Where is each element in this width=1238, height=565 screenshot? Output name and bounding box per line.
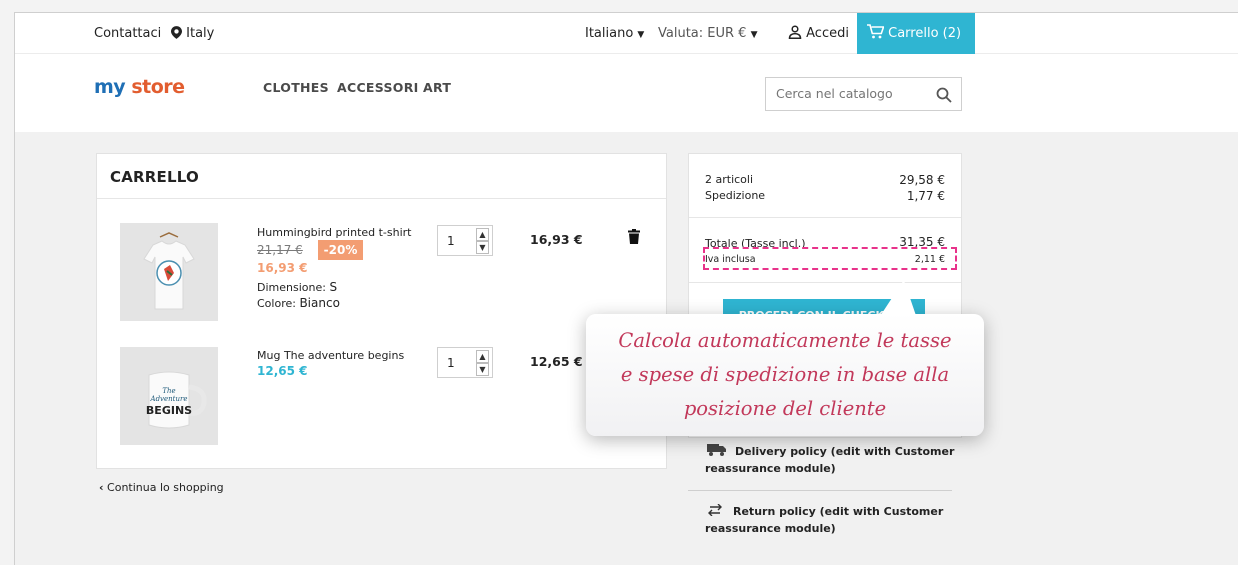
swap-arrows-icon xyxy=(708,503,722,517)
continue-shopping-link[interactable]: ‹ Continua lo shopping xyxy=(99,481,224,494)
color-value: Bianco xyxy=(299,296,340,310)
location[interactable]: Italy xyxy=(171,13,214,54)
color-attribute: Colore: Bianco xyxy=(257,296,340,310)
language-label: Italiano xyxy=(585,26,634,41)
callout-line-3: posizione del cliente xyxy=(683,397,887,420)
logo-my: my xyxy=(94,76,126,98)
increment-icon[interactable]: ▲ xyxy=(476,228,489,241)
location-label: Italy xyxy=(186,26,215,41)
shipping-label: Spedizione xyxy=(705,189,766,202)
product-image-mug[interactable]: The Adventure BEGINS xyxy=(120,347,218,445)
quantity-stepper[interactable]: 1 ▲ ▼ xyxy=(437,347,493,378)
shipping-value: 1,77 € xyxy=(906,189,945,203)
browser-viewport: Contattaci Italy Italiano ▼ Valuta: EUR … xyxy=(14,12,1238,565)
nav-clothes[interactable]: CLOTHES xyxy=(263,80,329,95)
color-label: Colore: xyxy=(257,297,296,310)
cart-label: Carrello (2) xyxy=(888,26,962,41)
language-selector[interactable]: Italiano ▼ xyxy=(585,13,644,54)
caret-down-icon: ▼ xyxy=(637,30,645,40)
return-policy-text: Return policy (edit with Customer reassu… xyxy=(705,505,944,535)
trash-icon[interactable] xyxy=(628,229,640,244)
cart-panel: CARRELLO Hummingbird printed t-shirt 21,… xyxy=(96,153,667,469)
user-icon xyxy=(788,25,802,39)
svg-text:BEGINS: BEGINS xyxy=(146,404,192,417)
vat-highlight-box xyxy=(703,247,957,270)
contact-link[interactable]: Contattaci xyxy=(94,13,161,54)
line-total: 16,93 € xyxy=(530,232,583,247)
currency-selector[interactable]: Valuta: EUR € ▼ xyxy=(658,13,758,54)
site-header: my store CLOTHES ACCESSORI ART xyxy=(15,54,1238,132)
nav-art[interactable]: ART xyxy=(423,80,451,95)
map-pin-icon xyxy=(171,26,182,39)
caret-down-icon: ▼ xyxy=(750,30,758,40)
login-link[interactable]: Accedi xyxy=(788,13,849,54)
quantity-value: 1 xyxy=(447,356,455,370)
nav-accessori[interactable]: ACCESSORI xyxy=(337,80,419,95)
currency-label: Valuta: EUR € xyxy=(658,26,747,41)
size-attribute: Dimensione: S xyxy=(257,280,337,294)
svg-text:Adventure: Adventure xyxy=(150,395,188,403)
search-box xyxy=(765,77,962,111)
decrement-icon[interactable]: ▼ xyxy=(476,241,489,254)
quantity-stepper[interactable]: 1 ▲ ▼ xyxy=(437,225,493,256)
old-price: 21,17 € xyxy=(257,243,303,257)
return-policy: Return policy (edit with Customer reassu… xyxy=(705,503,965,537)
decrement-icon[interactable]: ▼ xyxy=(476,363,489,376)
product-image-tshirt[interactable] xyxy=(120,223,218,321)
callout-line-1: Calcola automaticamente le tasse xyxy=(618,329,952,352)
truck-icon xyxy=(707,444,726,456)
product-price: 12,65 € xyxy=(257,364,308,378)
quantity-value: 1 xyxy=(447,234,455,248)
logo-store: store xyxy=(131,76,185,98)
delivery-policy: Delivery policy (edit with Customer reas… xyxy=(705,443,965,477)
divider xyxy=(689,217,961,218)
login-label: Accedi xyxy=(806,26,849,41)
continue-shopping-label: Continua lo shopping xyxy=(107,481,224,494)
svg-text:The: The xyxy=(162,387,175,395)
delivery-policy-text: Delivery policy (edit with Customer reas… xyxy=(705,445,955,475)
line-total: 12,65 € xyxy=(530,354,583,369)
top-bar: Contattaci Italy Italiano ▼ Valuta: EUR … xyxy=(15,13,1238,54)
store-logo[interactable]: my store xyxy=(94,76,185,98)
callout-line-2: e spese di spedizione in base alla xyxy=(620,363,950,386)
divider xyxy=(97,198,666,199)
divider xyxy=(688,490,952,491)
discounted-price: 16,93 € xyxy=(257,261,308,275)
search-input[interactable] xyxy=(776,86,926,101)
chevron-left-icon: ‹ xyxy=(99,481,104,494)
size-value: S xyxy=(329,280,338,294)
search-icon[interactable] xyxy=(935,86,953,104)
discount-badge: -20% xyxy=(318,240,363,260)
cart-title: CARRELLO xyxy=(110,168,199,186)
feature-callout: Calcola automaticamente le tasse e spese… xyxy=(586,280,984,436)
items-count: 2 articoli xyxy=(705,173,754,186)
items-subtotal: 29,58 € xyxy=(899,173,945,187)
product-name[interactable]: Mug The adventure begins xyxy=(257,349,404,362)
tshirt-image xyxy=(120,223,218,321)
mug-image: The Adventure BEGINS xyxy=(120,347,218,445)
product-name[interactable]: Hummingbird printed t-shirt xyxy=(257,226,412,239)
cart-icon xyxy=(867,24,885,39)
increment-icon[interactable]: ▲ xyxy=(476,350,489,363)
size-label: Dimensione: xyxy=(257,281,326,294)
cart-button[interactable]: Carrello (2) xyxy=(857,13,975,54)
